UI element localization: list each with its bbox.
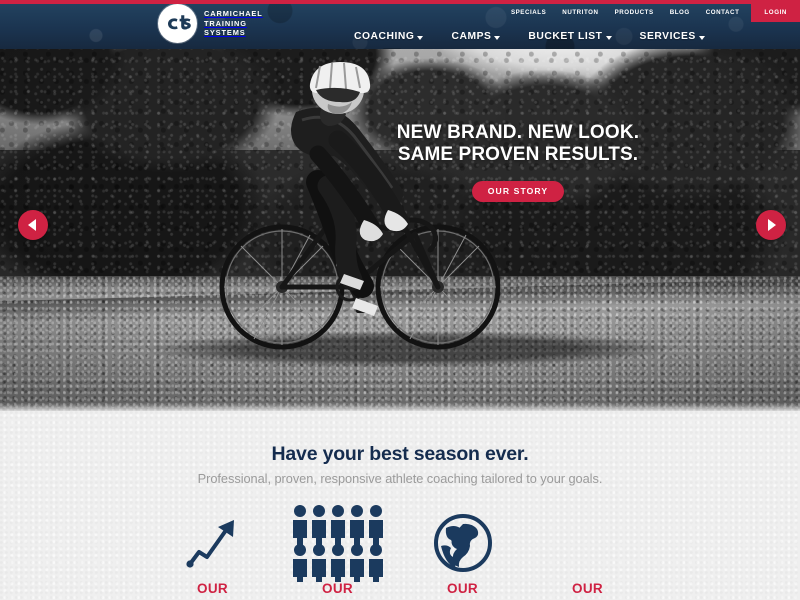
hero-headline-line-2: Same Proven Results. xyxy=(397,144,639,165)
utility-nav: Specials Nutriton Products Blog Contact … xyxy=(503,4,800,22)
chevron-down-icon xyxy=(698,35,705,40)
chevron-down-icon xyxy=(417,35,424,40)
utility-nav-item-products[interactable]: Products xyxy=(607,4,662,22)
our-story-button[interactable]: Our Story xyxy=(471,181,565,202)
feature-item[interactable]: Our xyxy=(150,507,275,596)
globe-icon xyxy=(432,507,494,579)
hero-copy: New Brand. New Look. Same Proven Results… xyxy=(392,122,644,202)
chevron-down-icon xyxy=(494,35,501,40)
utility-nav-item-nutriton[interactable]: Nutriton xyxy=(554,4,606,22)
login-button[interactable]: Login xyxy=(751,4,800,22)
chevron-left-icon xyxy=(28,219,36,231)
site-logo[interactable]: Carmichael Training Systems xyxy=(158,4,263,43)
trend-arrow-icon xyxy=(182,507,244,579)
hero-slider: New Brand. New Look. Same Proven Results… xyxy=(0,0,800,411)
intro-subheading: Professional, proven, responsive athlete… xyxy=(197,471,603,486)
feature-label: Our xyxy=(447,581,478,596)
nav-item-coaching[interactable]: Coaching xyxy=(340,31,437,42)
feature-label: Our xyxy=(322,581,353,596)
feature-item[interactable]: Our xyxy=(400,507,525,596)
hero-headline: New Brand. New Look. Same Proven Results… xyxy=(392,122,644,166)
nav-item-services[interactable]: Services xyxy=(626,31,719,42)
slider-next-button[interactable] xyxy=(756,210,786,240)
utility-nav-item-specials[interactable]: Specials xyxy=(503,4,554,22)
hero-bottom-fade xyxy=(0,403,800,411)
hero-vignette xyxy=(0,0,800,411)
hero-background-photo xyxy=(0,0,800,411)
nav-item-bucket-list-label: Bucket List xyxy=(528,31,603,42)
cts-circle-logo-icon xyxy=(158,4,197,43)
site-logo-text: Carmichael Training Systems xyxy=(204,9,263,38)
people-group-icon xyxy=(291,505,385,582)
feature-item[interactable]: Our xyxy=(275,505,400,596)
feature-label: Our xyxy=(572,581,603,596)
slider-prev-button[interactable] xyxy=(18,210,48,240)
nav-item-camps[interactable]: Camps xyxy=(437,31,514,42)
main-nav: Coaching Camps Bucket List Services xyxy=(340,24,719,49)
nav-item-camps-label: Camps xyxy=(451,31,492,42)
feature-item[interactable]: Our xyxy=(525,507,650,596)
utility-nav-item-contact[interactable]: Contact xyxy=(698,4,748,22)
chevron-down-icon xyxy=(605,35,612,40)
feature-list: Our xyxy=(150,505,650,600)
chevron-right-icon xyxy=(768,219,776,231)
nav-item-services-label: Services xyxy=(639,31,696,42)
top-accent-stripe xyxy=(0,0,800,4)
page-root: New Brand. New Look. Same Proven Results… xyxy=(0,0,800,600)
nav-item-bucket-list[interactable]: Bucket List xyxy=(514,31,625,42)
intro-section: Have your best season ever. Professional… xyxy=(0,411,800,600)
hero-headline-line-1: New Brand. New Look. xyxy=(396,122,640,143)
nav-item-coaching-label: Coaching xyxy=(354,31,415,42)
intro-heading: Have your best season ever. xyxy=(271,443,529,465)
utility-nav-item-blog[interactable]: Blog xyxy=(662,4,698,22)
feature-label: Our xyxy=(197,581,228,596)
